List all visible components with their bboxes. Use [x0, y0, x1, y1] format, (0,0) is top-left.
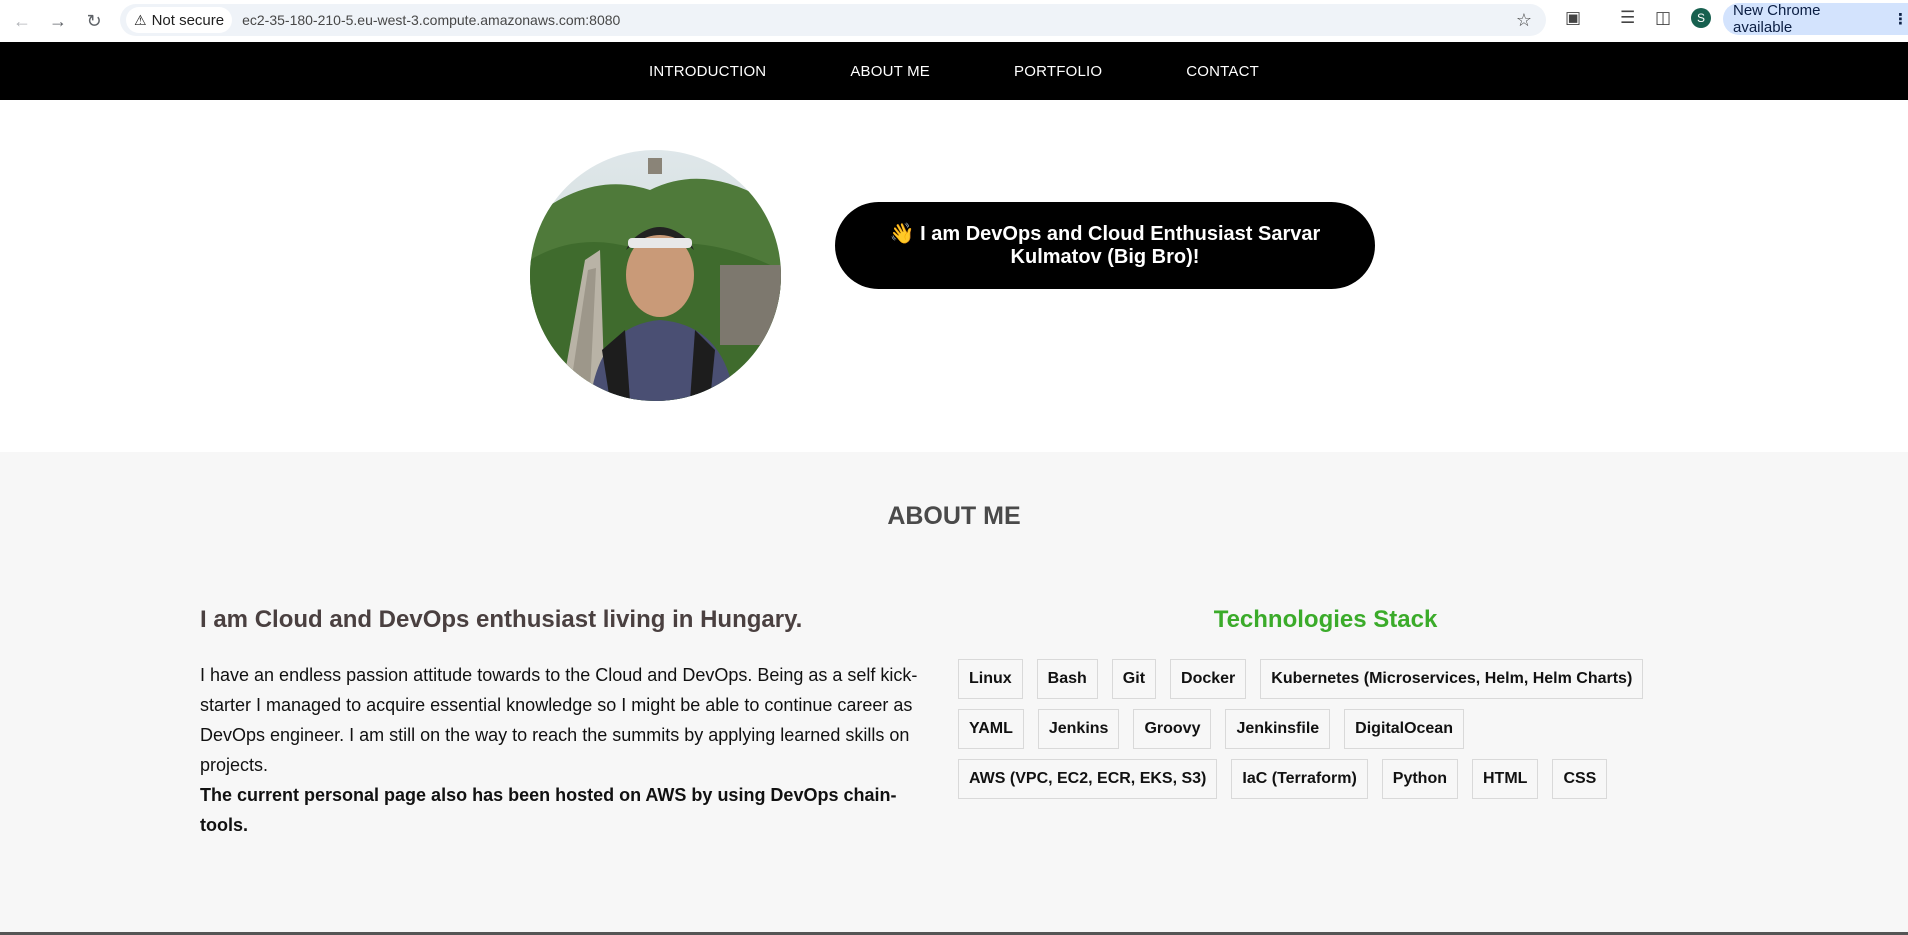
- tag-bash: Bash: [1036, 659, 1098, 699]
- security-label: Not secure: [151, 11, 225, 29]
- menu-icon[interactable]: ⋮: [1893, 10, 1908, 28]
- extensions-icon[interactable]: ▣: [1565, 8, 1581, 28]
- tag-aws: AWS (VPC, EC2, ECR, EKS, S3): [958, 759, 1218, 799]
- tag-groovy: Groovy: [1133, 709, 1212, 749]
- about-heading: I am Cloud and DevOps enthusiast living …: [200, 606, 803, 633]
- about-strong-text: The current personal page also has been …: [200, 785, 897, 835]
- security-chip[interactable]: ⚠ Not secure: [126, 7, 233, 33]
- star-icon[interactable]: ☆: [1516, 10, 1532, 31]
- tag-linux: Linux: [958, 659, 1023, 699]
- about-title: ABOUT ME: [887, 502, 1021, 530]
- update-chrome-button[interactable]: New Chrome available ⋮: [1723, 2, 1908, 36]
- hero-section: 👋 I am DevOps and Cloud Enthusiast Sarva…: [0, 100, 1908, 452]
- tag-digitalocean: DigitalOcean: [1344, 709, 1464, 749]
- tag-kubernetes: Kubernetes (Microservices, Helm, Helm Ch…: [1260, 659, 1644, 699]
- nav-about-me[interactable]: ABOUT ME: [850, 63, 930, 80]
- tag-iac: IaC (Terraform): [1231, 759, 1368, 799]
- tag-yaml: YAML: [958, 709, 1024, 749]
- site-nav: INTRODUCTION ABOUT ME PORTFOLIO CONTACT: [0, 42, 1908, 100]
- sidepanel-icon[interactable]: ◫: [1655, 8, 1671, 28]
- address-bar[interactable]: ⚠ Not secure ec2-35-180-210-5.eu-west-3.…: [120, 4, 1546, 36]
- browser-toolbar: ← → ↻ ⚠ Not secure ec2-35-180-210-5.eu-w…: [0, 0, 1908, 42]
- tag-html: HTML: [1472, 759, 1539, 799]
- tag-jenkinsfile: Jenkinsfile: [1225, 709, 1331, 749]
- reload-icon[interactable]: ↻: [76, 3, 112, 39]
- nav-portfolio[interactable]: PORTFOLIO: [1014, 63, 1102, 80]
- tag-git: Git: [1111, 659, 1157, 699]
- nav-contact[interactable]: CONTACT: [1186, 63, 1259, 80]
- media-icon[interactable]: ☰: [1620, 8, 1635, 28]
- tech-tags: Linux Bash Git Docker Kubernetes (Micros…: [958, 659, 1693, 809]
- tag-css: CSS: [1552, 759, 1608, 799]
- profile-photo: [530, 150, 781, 401]
- warning-icon: ⚠: [134, 11, 147, 28]
- about-section: ABOUT ME I am Cloud and DevOps enthusias…: [0, 452, 1908, 935]
- tag-jenkins: Jenkins: [1037, 709, 1120, 749]
- tag-row: YAML Jenkins Groovy Jenkinsfile DigitalO…: [958, 709, 1693, 749]
- stack-title: Technologies Stack: [1213, 606, 1438, 633]
- forward-icon[interactable]: →: [40, 3, 76, 39]
- greeting-banner: 👋 I am DevOps and Cloud Enthusiast Sarva…: [835, 202, 1375, 289]
- tag-docker: Docker: [1170, 659, 1247, 699]
- about-paragraph: I have an endless passion attitude towar…: [200, 665, 918, 775]
- tag-python: Python: [1381, 759, 1458, 799]
- update-label: New Chrome available: [1733, 2, 1821, 36]
- tag-row: Linux Bash Git Docker Kubernetes (Micros…: [958, 659, 1693, 699]
- tag-row: AWS (VPC, EC2, ECR, EKS, S3) IaC (Terraf…: [958, 759, 1693, 799]
- url-text[interactable]: ec2-35-180-210-5.eu-west-3.compute.amazo…: [242, 12, 620, 28]
- profile-avatar[interactable]: S: [1691, 8, 1711, 28]
- nav-introduction[interactable]: INTRODUCTION: [649, 63, 766, 80]
- back-icon[interactable]: ←: [4, 3, 40, 39]
